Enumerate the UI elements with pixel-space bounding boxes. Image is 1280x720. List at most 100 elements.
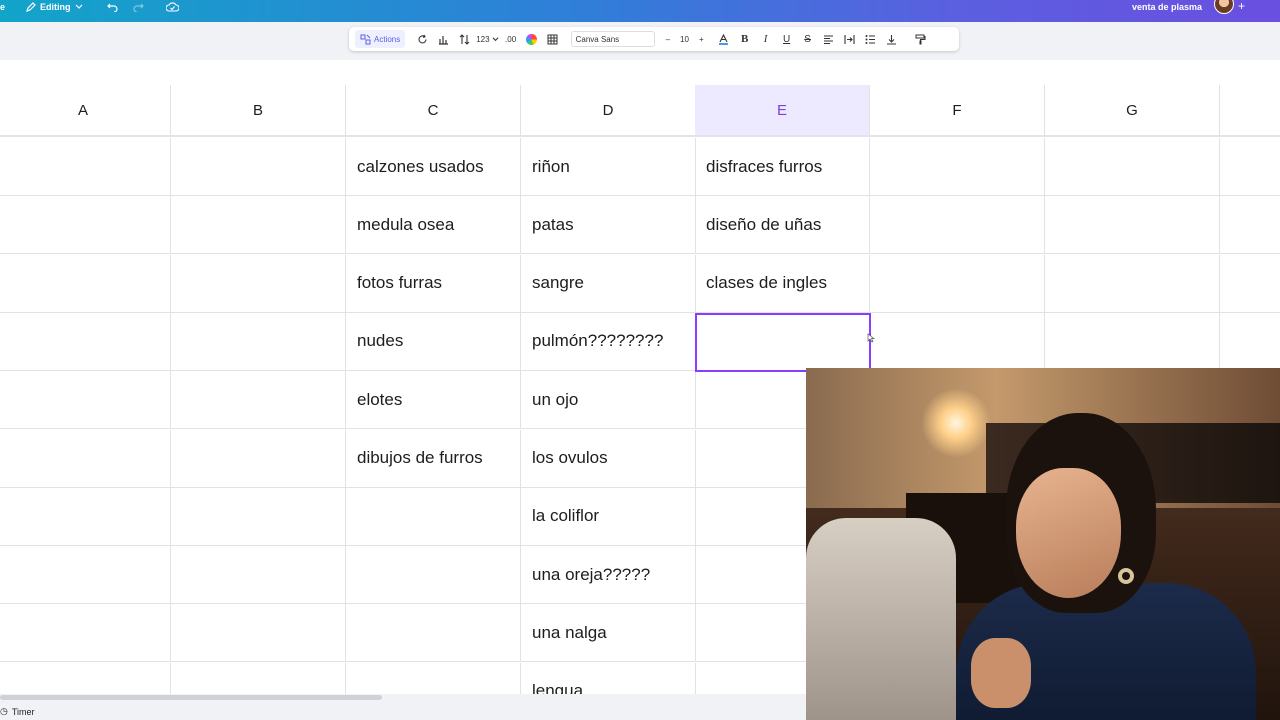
color-button[interactable]	[523, 30, 541, 48]
table-cell[interactable]	[1220, 255, 1280, 313]
table-cell[interactable]	[870, 196, 1045, 255]
table-cell[interactable]: patas	[521, 196, 696, 255]
table-cell[interactable]	[0, 371, 171, 430]
undo-button[interactable]	[107, 0, 118, 14]
column-header-b[interactable]: B	[171, 85, 346, 137]
table-cell[interactable]: un ojo	[521, 371, 696, 430]
bold-button[interactable]: B	[736, 30, 754, 48]
table-cell[interactable]	[870, 312, 1045, 371]
table-cell[interactable]: elotes	[346, 371, 521, 430]
table-cell[interactable]	[346, 662, 521, 694]
user-avatar[interactable]	[1214, 0, 1234, 14]
align-button[interactable]	[820, 30, 838, 48]
table-cell[interactable]: lengua	[521, 662, 696, 694]
table-cell[interactable]	[171, 254, 346, 313]
table-cell[interactable]: los ovulos	[521, 429, 696, 488]
table-cell[interactable]	[870, 138, 1045, 196]
table-cell[interactable]	[0, 429, 171, 488]
column-header-a[interactable]: A	[0, 85, 171, 137]
redo-button[interactable]	[133, 0, 144, 14]
strikethrough-button[interactable]: S	[799, 30, 817, 48]
font-family-select[interactable]: Canva Sans	[570, 31, 655, 47]
table-cell[interactable]	[171, 371, 346, 430]
table-cell[interactable]: medula osea	[346, 196, 521, 255]
project-title[interactable]: venta de plasma	[1132, 0, 1202, 14]
scrollbar-thumb[interactable]	[0, 695, 382, 700]
table-cell[interactable]	[1045, 196, 1220, 255]
menu-item-truncated[interactable]: e	[0, 0, 5, 14]
table-cell[interactable]	[346, 487, 521, 546]
column-header-partial[interactable]	[1220, 85, 1280, 137]
table-cell[interactable]: sangre	[521, 254, 696, 313]
table-cell[interactable]	[171, 312, 346, 371]
table-cell[interactable]	[171, 487, 346, 546]
table-borders-button[interactable]	[544, 30, 562, 48]
table-cell[interactable]	[1220, 196, 1280, 255]
refresh-button[interactable]	[413, 30, 431, 48]
spacing-button[interactable]	[841, 30, 859, 48]
table-cell[interactable]	[171, 138, 346, 196]
column-header-f[interactable]: F	[870, 85, 1045, 137]
text-color-button[interactable]	[715, 30, 733, 48]
column-header-d[interactable]: D	[521, 85, 696, 137]
table-cell[interactable]	[0, 312, 171, 371]
font-size-increase-button[interactable]: +	[699, 35, 704, 44]
table-cell[interactable]	[171, 429, 346, 488]
table-cell[interactable]	[1220, 138, 1280, 196]
actions-button[interactable]: Actions	[355, 30, 406, 48]
table-cell[interactable]	[1045, 138, 1220, 196]
table-cell[interactable]	[1220, 313, 1280, 371]
table-cell[interactable]: la coliflor	[521, 487, 696, 546]
paint-roller-icon	[915, 34, 926, 44]
underline-button[interactable]: U	[778, 30, 796, 48]
italic-button[interactable]: I	[757, 30, 775, 48]
table-cell[interactable]	[1045, 312, 1220, 371]
column-header-e[interactable]: E	[695, 85, 870, 137]
table-cell[interactable]: disfraces furros	[695, 138, 870, 196]
share-plus-button[interactable]: +	[1238, 0, 1245, 12]
timer-button[interactable]: ◷ Timer	[0, 706, 35, 717]
font-size-value[interactable]: 10	[680, 35, 689, 44]
list-button[interactable]	[862, 30, 880, 48]
table-cell[interactable]: una nalga	[521, 604, 696, 663]
refresh-icon	[418, 34, 427, 43]
table-cell[interactable]: riñon	[521, 138, 696, 196]
column-header-g[interactable]: G	[1045, 85, 1220, 137]
number-format-dropdown[interactable]: 123	[476, 30, 499, 48]
table-cell[interactable]	[0, 254, 171, 313]
table-cell[interactable]	[1045, 254, 1220, 313]
table-cell[interactable]	[171, 546, 346, 605]
table-cell[interactable]: pulmón????????	[521, 312, 696, 371]
table-cell[interactable]	[0, 487, 171, 546]
table-cell[interactable]	[346, 604, 521, 663]
table-cell[interactable]	[171, 196, 346, 255]
decimal-places-button[interactable]: .00	[502, 30, 520, 48]
table-cell[interactable]: una oreja?????	[521, 546, 696, 605]
table-cell[interactable]: calzones usados	[346, 138, 521, 196]
table-cell[interactable]	[171, 662, 346, 694]
table-cell[interactable]: diseño de uñas	[695, 196, 870, 255]
chart-button[interactable]	[434, 30, 452, 48]
table-cell[interactable]	[870, 254, 1045, 313]
sort-button[interactable]	[455, 30, 473, 48]
table-cell[interactable]	[0, 196, 171, 255]
table-cell[interactable]: fotos furras	[346, 254, 521, 313]
text-color-icon	[719, 33, 729, 45]
table-cell[interactable]: nudes	[346, 312, 521, 371]
format-painter-button[interactable]	[912, 30, 930, 48]
table-cell[interactable]	[0, 138, 171, 196]
table-cell[interactable]	[171, 604, 346, 663]
column-header-c[interactable]: C	[346, 85, 521, 137]
table-cell[interactable]	[0, 604, 171, 663]
table-cell[interactable]: dibujos de furros	[346, 429, 521, 488]
table-cell[interactable]	[0, 546, 171, 605]
table-cell[interactable]: clases de ingles	[695, 254, 870, 313]
vertical-align-button[interactable]	[883, 30, 901, 48]
editing-mode-dropdown[interactable]: Editing	[26, 0, 87, 14]
font-size-decrease-button[interactable]: –	[666, 35, 670, 44]
save-status-button[interactable]	[166, 0, 179, 14]
table-cell[interactable]	[0, 662, 171, 694]
table-cell[interactable]	[346, 546, 521, 605]
table-cell[interactable]	[695, 312, 870, 371]
selection-resize-handle[interactable]	[867, 330, 876, 343]
